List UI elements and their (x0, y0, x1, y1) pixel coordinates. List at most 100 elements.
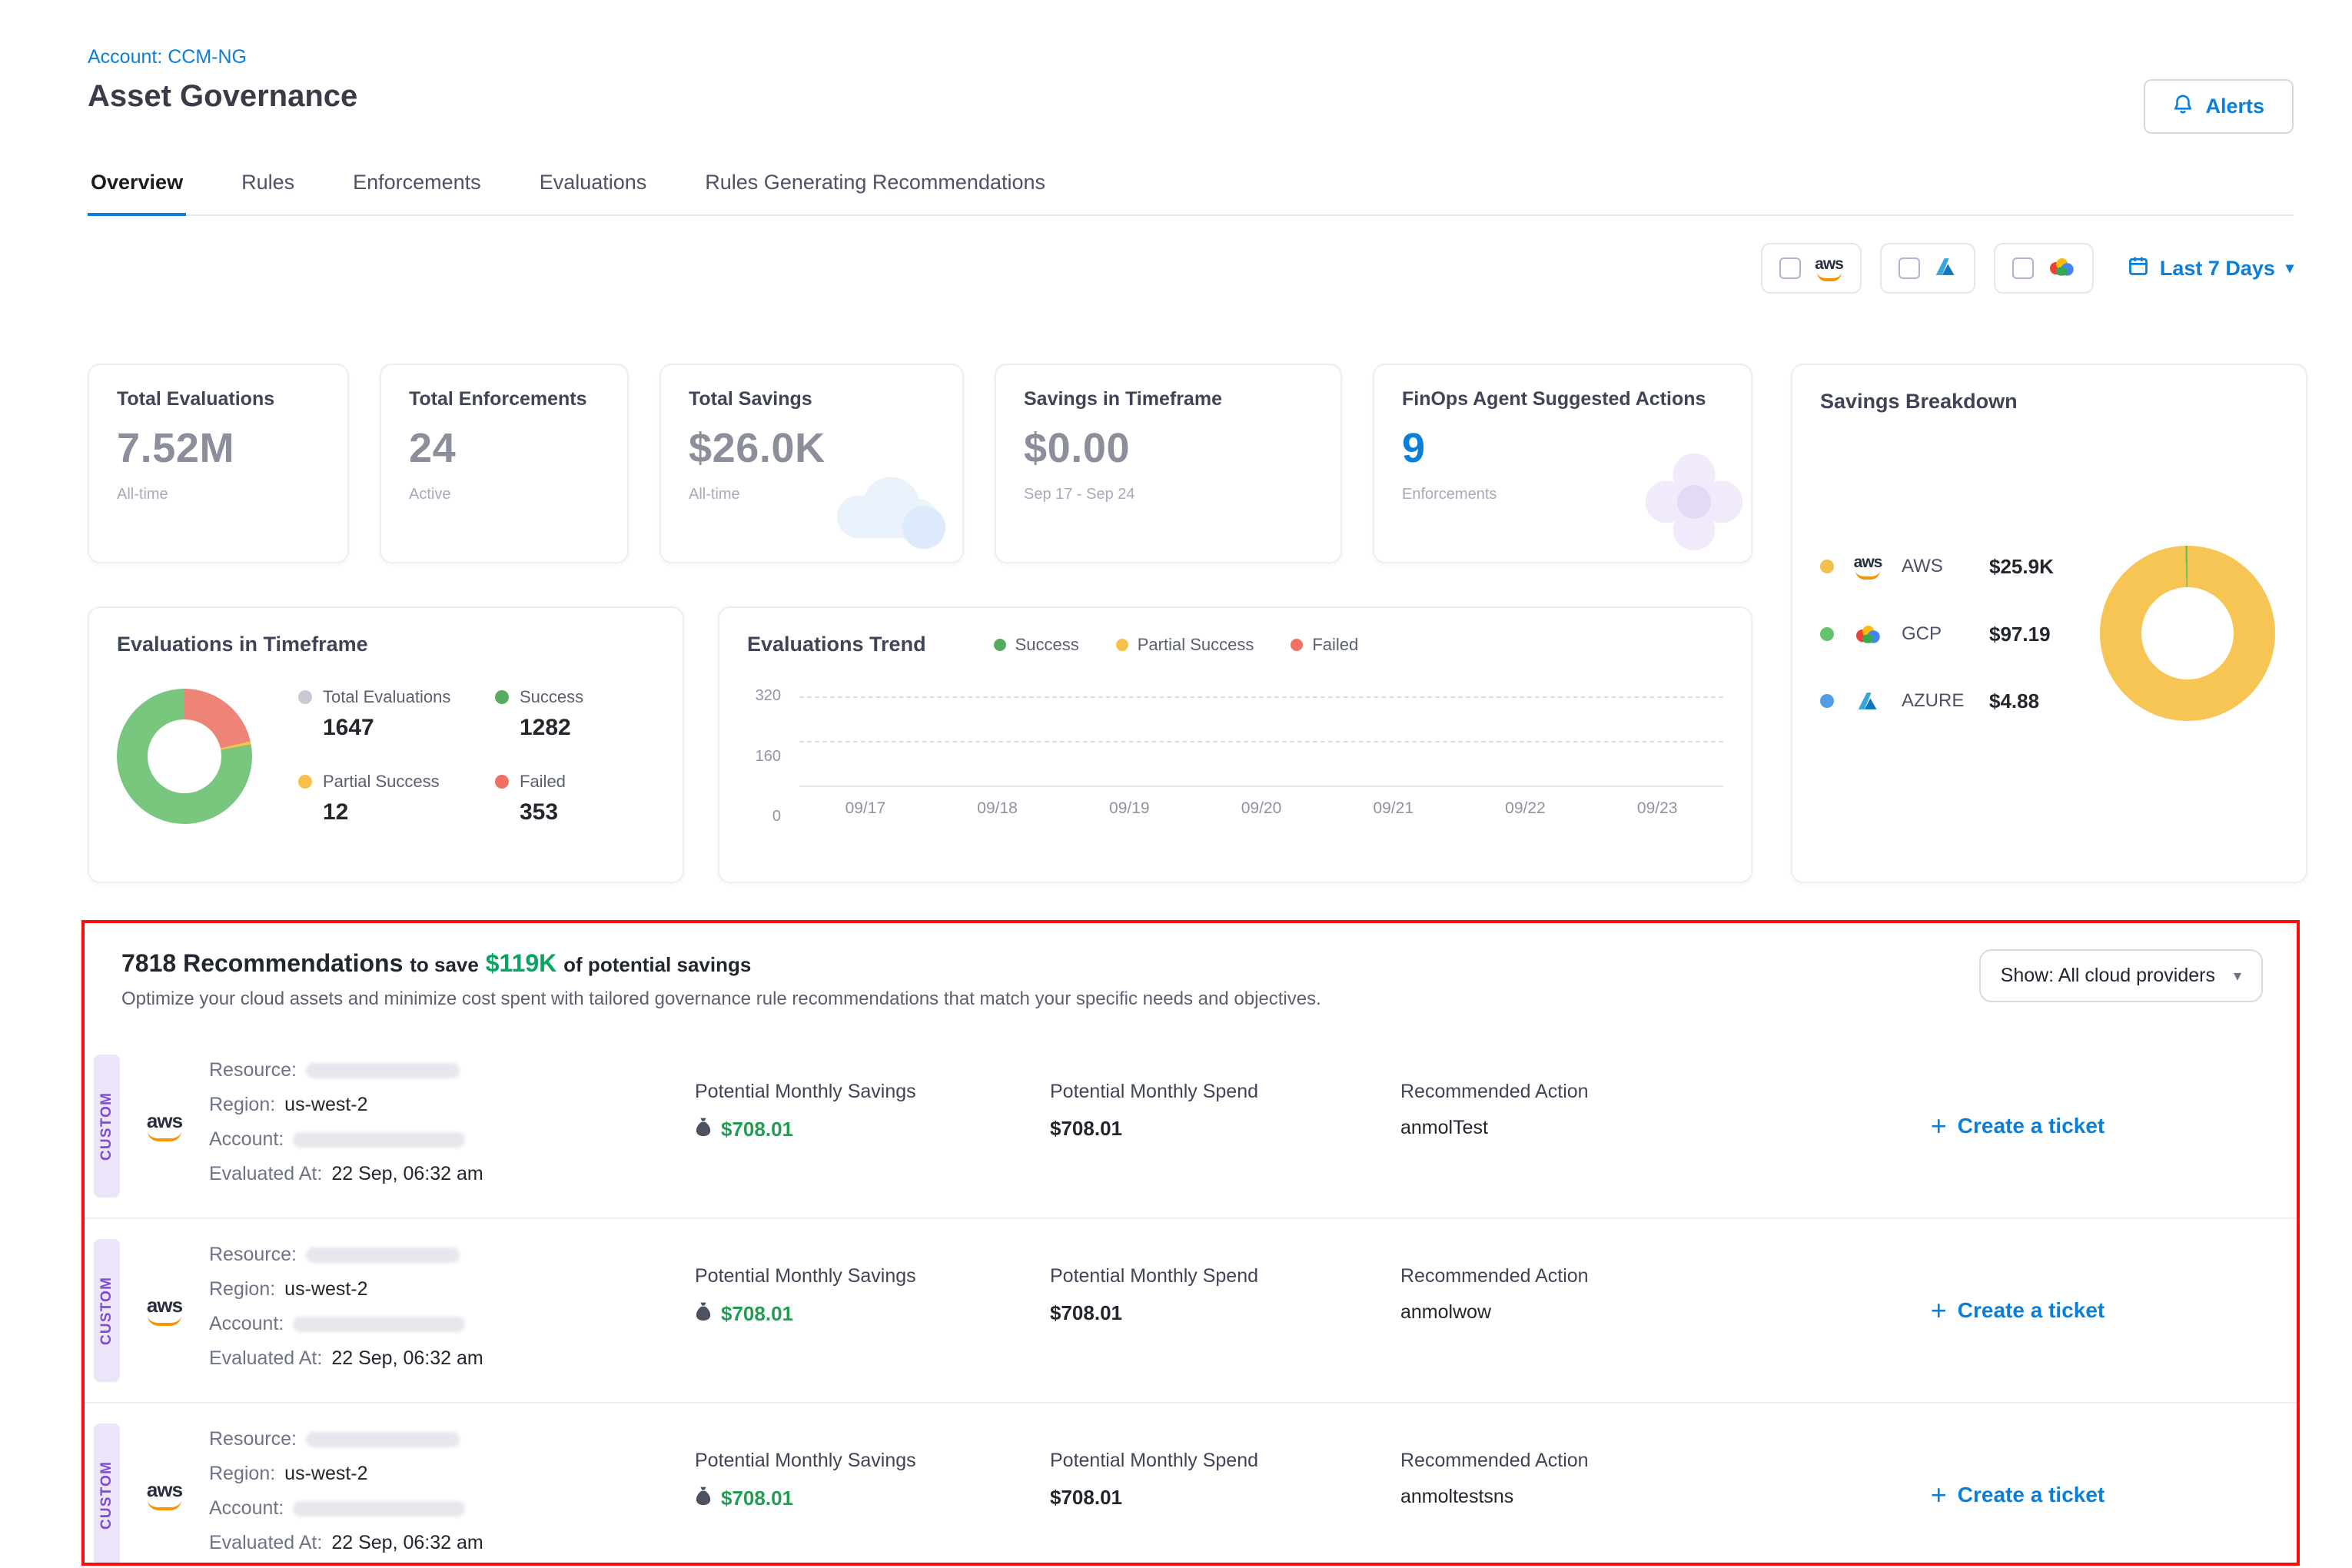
tab-enforcements[interactable]: Enforcements (350, 155, 484, 214)
evaluations-legend: Total Evaluations 1647 Success 1282 Part… (298, 687, 655, 826)
stat-caption: All-time (117, 486, 320, 503)
yellow-dot (298, 775, 312, 789)
x-axis-label: 09/22 (1460, 799, 1592, 818)
redacted-resource-value (306, 1063, 460, 1078)
asset-governance-page: Account: CCM-NG Asset Governance Alerts … (0, 0, 2352, 1566)
recommendations-description: Optimize your cloud assets and minimize … (121, 988, 1321, 1010)
custom-tag: CUSTOM (94, 1055, 120, 1198)
aws-filter-toggle[interactable]: aws (1761, 243, 1862, 294)
app-viewport: Account: CCM-NG Asset Governance Alerts … (0, 0, 2352, 1568)
date-range-dropdown[interactable]: Last 7 Days ▾ (2128, 255, 2294, 282)
tab-evaluations[interactable]: Evaluations (537, 155, 650, 214)
recommendations-section: 7818 Recommendations to save $119K of po… (81, 920, 2300, 1566)
legend-aws: aws AWS $25.9K (1820, 554, 2100, 580)
card-title: Evaluations in Timeframe (117, 633, 655, 656)
x-axis-label: 09/20 (1195, 799, 1327, 818)
stat-value: 7.52M (117, 424, 320, 472)
create-ticket-button[interactable]: +Create a ticket (1785, 1055, 2251, 1198)
card-title: Savings Breakdown (1820, 390, 2278, 414)
cloud-provider-filter-select[interactable]: Show: All cloud providers ▾ (1979, 949, 2263, 1002)
evaluations-trend-chart: 320 160 0 09 (747, 696, 1723, 818)
legend-partial-success: Partial Success 12 (298, 772, 458, 826)
x-axis-label: 09/17 (799, 799, 932, 818)
tab-rules-generating-recommendations[interactable]: Rules Generating Recommendations (702, 155, 1048, 214)
gcp-filter-toggle[interactable] (1994, 243, 2094, 294)
legend-failed: Failed 353 (495, 772, 655, 826)
tab-rules[interactable]: Rules (238, 155, 297, 214)
x-axis-label: 09/19 (1063, 799, 1195, 818)
stat-card-finops-suggested-actions: FinOps Agent Suggested Actions 9 Enforce… (1373, 364, 1752, 563)
tab-overview[interactable]: Overview (88, 155, 186, 216)
legend-total-evaluations: Total Evaluations 1647 (298, 687, 458, 741)
bell-icon (2173, 93, 2193, 120)
stat-caption: Active (409, 486, 600, 503)
trend-bar (1063, 696, 1195, 786)
azure-filter-checkbox[interactable] (1899, 257, 1920, 279)
blue-dot (1820, 694, 1834, 708)
gcp-filter-checkbox[interactable] (2012, 257, 2034, 279)
stat-card-savings-in-timeframe: Savings in Timeframe $0.00 Sep 17 - Sep … (995, 364, 1342, 563)
potential-monthly-savings: Potential Monthly Savings $708.01 (695, 1423, 1050, 1566)
red-dot (495, 775, 509, 789)
chevron-down-icon: ▾ (2234, 968, 2241, 984)
calendar-icon (2128, 255, 2149, 282)
recommended-action: Recommended Action anmolTest (1400, 1055, 1785, 1198)
yellow-dot (1820, 560, 1834, 573)
filter-row: aws Last 7 Days ▾ (88, 241, 2294, 296)
tab-bar: Overview Rules Enforcements Evaluations … (88, 155, 2294, 216)
aws-icon: aws (120, 1423, 209, 1566)
stat-value: 9 (1402, 424, 1723, 472)
custom-tag: CUSTOM (94, 1423, 120, 1566)
stat-title: Total Evaluations (117, 388, 320, 410)
date-range-label: Last 7 Days (2160, 257, 2275, 281)
gcp-icon (2048, 254, 2075, 283)
legend-azure: AZURE $4.88 (1820, 689, 2100, 713)
stat-card-total-savings: Total Savings $26.0K All-time (659, 364, 964, 563)
page-title: Asset Governance (88, 79, 357, 114)
recommendation-row[interactable]: CUSTOM aws Resource: Region:us-west-2 Ac… (85, 1218, 2297, 1402)
savings-breakdown-donut-chart (2100, 546, 2275, 721)
alerts-button[interactable]: Alerts (2144, 79, 2294, 134)
stat-value: $0.00 (1024, 424, 1313, 472)
x-axis-label: 09/18 (932, 799, 1064, 818)
x-axis-labels: 09/1709/1809/1909/2009/2109/2209/23 (799, 799, 1723, 818)
recommendation-details: Resource: Region:us-west-2 Account: Eval… (209, 1239, 695, 1382)
recommendation-row[interactable]: CUSTOM aws Resource: Region:us-west-2 Ac… (85, 1035, 2297, 1218)
savings-breakdown-legend: aws AWS $25.9K GCP $97.19 (1820, 554, 2100, 713)
x-axis-label: 09/21 (1327, 799, 1460, 818)
recommendations-heading: 7818 Recommendations to save $119K of po… (121, 949, 1321, 1010)
stat-value: $26.0K (689, 424, 935, 472)
trend-bar (1591, 696, 1723, 786)
azure-icon (1848, 691, 1888, 711)
stat-caption: Sep 17 - Sep 24 (1024, 486, 1313, 503)
create-ticket-button[interactable]: +Create a ticket (1785, 1239, 2251, 1382)
gray-dot (298, 690, 312, 704)
green-dot (495, 690, 509, 704)
recommended-action: Recommended Action anmoltestsns (1400, 1423, 1785, 1566)
money-bag-icon (695, 1301, 712, 1327)
trend-bar (1327, 696, 1460, 786)
azure-filter-toggle[interactable] (1880, 243, 1975, 294)
legend-success: Success (994, 635, 1079, 655)
evaluations-in-timeframe-card: Evaluations in Timeframe Total Evaluatio… (88, 606, 684, 883)
green-dot (1820, 627, 1834, 641)
potential-savings-amount: $119K (486, 949, 557, 977)
x-axis-label: 09/23 (1591, 799, 1723, 818)
trend-legend: Success Partial Success Failed (994, 635, 1359, 655)
stat-title: Total Savings (689, 388, 935, 410)
plus-icon: + (1931, 1481, 1947, 1509)
create-ticket-button[interactable]: +Create a ticket (1785, 1423, 2251, 1566)
trend-bar (1460, 696, 1592, 786)
recommendation-row[interactable]: CUSTOM aws Resource: Region:us-west-2 Ac… (85, 1402, 2297, 1566)
aws-filter-checkbox[interactable] (1779, 257, 1801, 279)
trend-bar (799, 696, 932, 786)
savings-suffix-text: of potential savings (563, 953, 751, 976)
account-breadcrumb[interactable]: Account: CCM-NG (88, 46, 2294, 68)
aws-icon: aws (120, 1239, 209, 1382)
aws-icon: aws (120, 1055, 209, 1198)
alerts-button-label: Alerts (2205, 95, 2264, 118)
stat-title: FinOps Agent Suggested Actions (1402, 388, 1723, 410)
azure-icon (1934, 254, 1957, 283)
trend-bar (932, 696, 1064, 786)
potential-monthly-spend: Potential Monthly Spend $708.01 (1050, 1239, 1400, 1382)
